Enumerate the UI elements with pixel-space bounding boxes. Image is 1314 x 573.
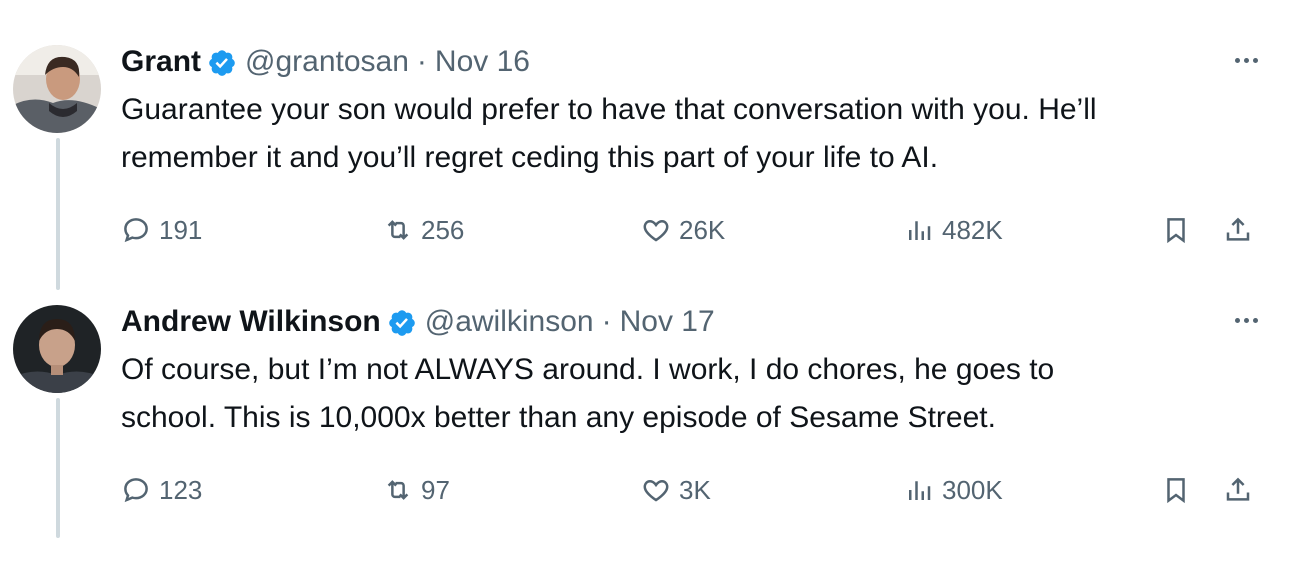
tweet-content: Grant @grantosan · Nov 16 Guarantee your… <box>121 40 1281 245</box>
verified-badge-icon <box>387 307 417 337</box>
views-button[interactable]: 482K <box>904 210 1003 250</box>
tweet-text-line: remember it and you’ll regret ceding thi… <box>121 141 939 174</box>
thread-line <box>56 398 60 538</box>
like-button[interactable]: 26K <box>641 210 725 250</box>
bookmark-icon <box>1167 218 1185 244</box>
repost-icon <box>387 220 409 240</box>
like-icon <box>643 219 669 242</box>
tweet-text-line: Of course, but I’m not ALWAYS around. I … <box>121 353 1055 386</box>
bookmark-button[interactable] <box>1161 470 1199 510</box>
tweet-text: Guarantee your son would prefer to have … <box>121 86 1281 182</box>
reply-icon <box>124 218 148 243</box>
reply-icon <box>124 478 148 503</box>
repost-count: 256 <box>421 214 465 245</box>
repost-icon <box>387 480 409 500</box>
author-name[interactable]: Andrew Wilkinson <box>121 300 381 344</box>
share-icon <box>1226 217 1250 241</box>
separator-dot: · <box>601 305 612 338</box>
thread-line <box>56 138 60 290</box>
share-button[interactable] <box>1223 210 1261 250</box>
separator-dot: · <box>416 45 427 78</box>
views-icon <box>909 481 931 500</box>
reply-button[interactable]: 191 <box>121 210 202 250</box>
like-button[interactable]: 3K <box>641 470 711 510</box>
tweet-content: Andrew Wilkinson @awilkinson · Nov 17 Of… <box>121 300 1281 505</box>
tweet-text-line: school. This is 10,000x better than any … <box>121 401 996 434</box>
bookmark-icon <box>1167 478 1185 504</box>
tweet-actions: 191 256 26K 482K <box>121 210 1314 250</box>
author-name[interactable]: Grant <box>121 40 201 84</box>
more-icon[interactable] <box>1226 304 1266 336</box>
like-icon <box>643 479 669 502</box>
tweet-thread: Grant @grantosan · Nov 16 Guarantee your… <box>0 0 1314 573</box>
tweet-text-line: Guarantee your son would prefer to have … <box>121 93 1097 126</box>
views-button[interactable]: 300K <box>904 470 1003 510</box>
reply-count: 191 <box>159 214 203 245</box>
bookmark-button[interactable] <box>1161 210 1199 250</box>
share-icon <box>1226 477 1250 501</box>
avatar[interactable] <box>13 305 101 393</box>
views-count: 482K <box>942 214 1003 245</box>
repost-count: 97 <box>421 474 450 505</box>
repost-button[interactable]: 97 <box>383 470 450 510</box>
repost-button[interactable]: 256 <box>383 210 464 250</box>
share-button[interactable] <box>1223 470 1261 510</box>
more-icon[interactable] <box>1226 44 1266 76</box>
author-handle[interactable]: @awilkinson <box>425 300 594 344</box>
like-count: 3K <box>679 474 711 505</box>
views-icon <box>909 221 931 240</box>
tweet-actions: 123 97 3K 300K <box>121 470 1314 510</box>
views-count: 300K <box>942 474 1003 505</box>
tweet-date[interactable]: Nov 16 <box>435 40 530 84</box>
reply-count: 123 <box>159 474 203 505</box>
tweet-date[interactable]: Nov 17 <box>620 300 715 344</box>
author-handle[interactable]: @grantosan <box>245 40 409 84</box>
tweet-header: Andrew Wilkinson @awilkinson · Nov 17 <box>121 300 1281 344</box>
tweet-text: Of course, but I’m not ALWAYS around. I … <box>121 346 1281 442</box>
reply-button[interactable]: 123 <box>121 470 202 510</box>
tweet-header: Grant @grantosan · Nov 16 <box>121 40 1281 84</box>
verified-badge-icon <box>207 47 237 77</box>
avatar[interactable] <box>13 45 101 133</box>
like-count: 26K <box>679 214 726 245</box>
